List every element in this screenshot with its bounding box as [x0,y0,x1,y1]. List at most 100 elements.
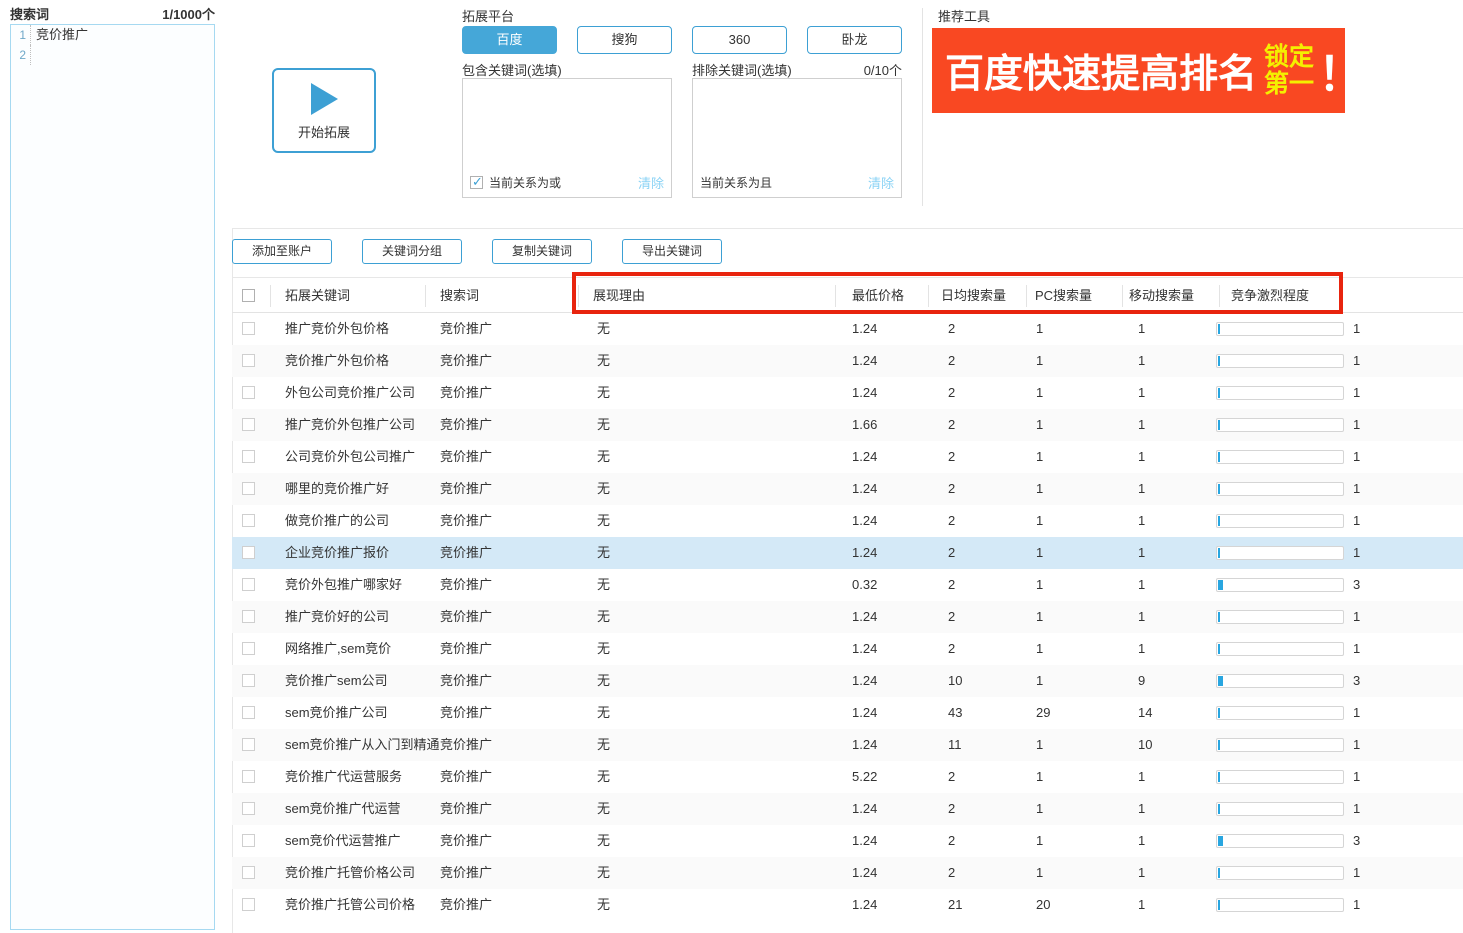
start-expand-button[interactable]: 开始拓展 [272,68,376,153]
cell-pc-searches: 20 [1036,889,1050,921]
row-checkbox[interactable] [242,546,255,559]
cell-keyword: 推广竞价好的公司 [285,601,389,633]
table-row[interactable]: 推广竞价好的公司竞价推广无1.242111 [232,601,1463,633]
table-row[interactable]: 竞价推广代运营服务竞价推广无5.222111 [232,761,1463,793]
cell-reason: 无 [597,697,610,729]
editor-line[interactable]: 1竞价推广 [11,25,214,45]
row-checkbox[interactable] [242,866,255,879]
include-relation-label: 当前关系为或 [489,174,561,191]
add-to-account-button[interactable]: 添加至账户 [232,239,332,264]
cell-daily-searches: 2 [948,409,955,441]
cell-mobile-searches: 10 [1138,729,1152,761]
table-row[interactable]: 推广竞价外包价格竞价推广无1.242111 [232,313,1463,345]
table-row[interactable]: 竞价推广外包价格竞价推广无1.242111 [232,345,1463,377]
cell-pc-searches: 1 [1036,729,1043,761]
competition-bar [1216,386,1344,400]
header-reason: 展现理由 [593,278,645,314]
copy-keywords-button[interactable]: 复制关键词 [492,239,592,264]
row-checkbox[interactable] [242,802,255,815]
table-row[interactable]: 哪里的竞价推广好竞价推广无1.242111 [232,473,1463,505]
row-checkbox[interactable] [242,322,255,335]
row-checkbox[interactable] [242,514,255,527]
table-row[interactable]: sem竞价推广公司竞价推广无1.244329141 [232,697,1463,729]
header-pc: PC搜索量 [1035,278,1092,314]
include-keywords-textarea[interactable]: 当前关系为或 清除 [462,78,672,198]
recommended-tools-label: 推荐工具 [938,6,990,25]
table-row[interactable]: 网络推广,sem竞价竞价推广无1.242111 [232,633,1463,665]
cell-min-price: 5.22 [852,761,877,793]
row-checkbox[interactable] [242,674,255,687]
competition-bar-fill [1218,644,1220,654]
row-checkbox[interactable] [242,738,255,751]
row-checkbox[interactable] [242,834,255,847]
cell-competition: 1 [1353,793,1360,825]
table-row[interactable]: 做竞价推广的公司竞价推广无1.242111 [232,505,1463,537]
table-row[interactable]: 企业竞价推广报价竞价推广无1.242111 [232,537,1463,569]
platform-button-2[interactable]: 搜狗 [577,26,672,54]
editor-line[interactable]: 2 [11,45,214,65]
row-checkbox[interactable] [242,450,255,463]
row-checkbox[interactable] [242,354,255,367]
competition-bar [1216,514,1344,528]
play-icon [311,83,338,115]
keyword-group-button[interactable]: 关键词分组 [362,239,462,264]
cell-mobile-searches: 9 [1138,665,1145,697]
table-row[interactable]: 推广竞价外包推广公司竞价推广无1.662111 [232,409,1463,441]
cell-reason: 无 [597,857,610,889]
export-keywords-button[interactable]: 导出关键词 [622,239,722,264]
row-checkbox[interactable] [242,578,255,591]
competition-bar-fill [1218,388,1220,398]
search-terms-input-area[interactable]: 1竞价推广2 [10,24,215,930]
cell-keyword: 推广竞价外包价格 [285,313,389,345]
cell-pc-searches: 1 [1036,825,1043,857]
cell-reason: 无 [597,729,610,761]
row-checkbox[interactable] [242,418,255,431]
exclude-keywords-textarea[interactable]: 当前关系为且 清除 [692,78,902,198]
banner-main-text: 百度快速提高排名 [945,43,1257,99]
exclude-clear-link[interactable]: 清除 [868,173,894,192]
table-row[interactable]: sem竞价推广从入门到精通竞价推广无1.24111101 [232,729,1463,761]
cell-keyword: sem竞价推广代运营 [285,793,401,825]
row-checkbox[interactable] [242,898,255,911]
include-clear-link[interactable]: 清除 [638,173,664,192]
include-relation-checkbox[interactable] [470,176,483,189]
competition-bar-fill [1218,548,1220,558]
table-row[interactable]: 竞价推广托管价格公司竞价推广无1.242111 [232,857,1463,889]
table-row[interactable]: sem竞价推广代运营竞价推广无1.242111 [232,793,1463,825]
table-row[interactable]: 公司竞价外包公司推广竞价推广无1.242111 [232,441,1463,473]
cell-search-term: 竞价推广 [440,569,492,601]
cell-competition: 1 [1353,377,1360,409]
select-all-checkbox[interactable] [242,289,255,302]
row-checkbox[interactable] [242,642,255,655]
cell-daily-searches: 11 [948,729,962,761]
promo-banner[interactable]: 百度快速提高排名 锁定 第一 ！ [932,28,1345,113]
horizontal-divider [232,228,1463,229]
table-row[interactable]: sem竞价代运营推广竞价推广无1.242113 [232,825,1463,857]
row-checkbox[interactable] [242,770,255,783]
row-checkbox[interactable] [242,386,255,399]
platform-button-3[interactable]: 360 [692,26,787,54]
cell-mobile-searches: 1 [1138,441,1145,473]
platform-button-4[interactable]: 卧龙 [807,26,902,54]
table-row[interactable]: 竞价推广托管公司价格竞价推广无1.24212011 [232,889,1463,921]
cell-min-price: 1.24 [852,729,877,761]
row-checkbox[interactable] [242,706,255,719]
cell-pc-searches: 1 [1036,473,1043,505]
search-terms-count: 1/1000个 [90,4,215,23]
table-row[interactable]: 竞价推广sem公司竞价推广无1.2410193 [232,665,1463,697]
competition-bar [1216,482,1344,496]
cell-search-term: 竞价推广 [440,537,492,569]
cell-mobile-searches: 1 [1138,409,1145,441]
table-row[interactable]: 竞价外包推广哪家好竞价推广无0.322113 [232,569,1463,601]
row-checkbox[interactable] [242,482,255,495]
row-checkbox[interactable] [242,610,255,623]
cell-min-price: 1.24 [852,793,877,825]
cell-reason: 无 [597,441,610,473]
cell-mobile-searches: 1 [1138,313,1145,345]
cell-min-price: 1.24 [852,601,877,633]
table-row[interactable]: 外包公司竞价推广公司竞价推广无1.242111 [232,377,1463,409]
competition-bar-fill [1218,900,1220,910]
cell-reason: 无 [597,793,610,825]
platform-button-1[interactable]: 百度 [462,26,557,54]
cell-min-price: 1.24 [852,473,877,505]
